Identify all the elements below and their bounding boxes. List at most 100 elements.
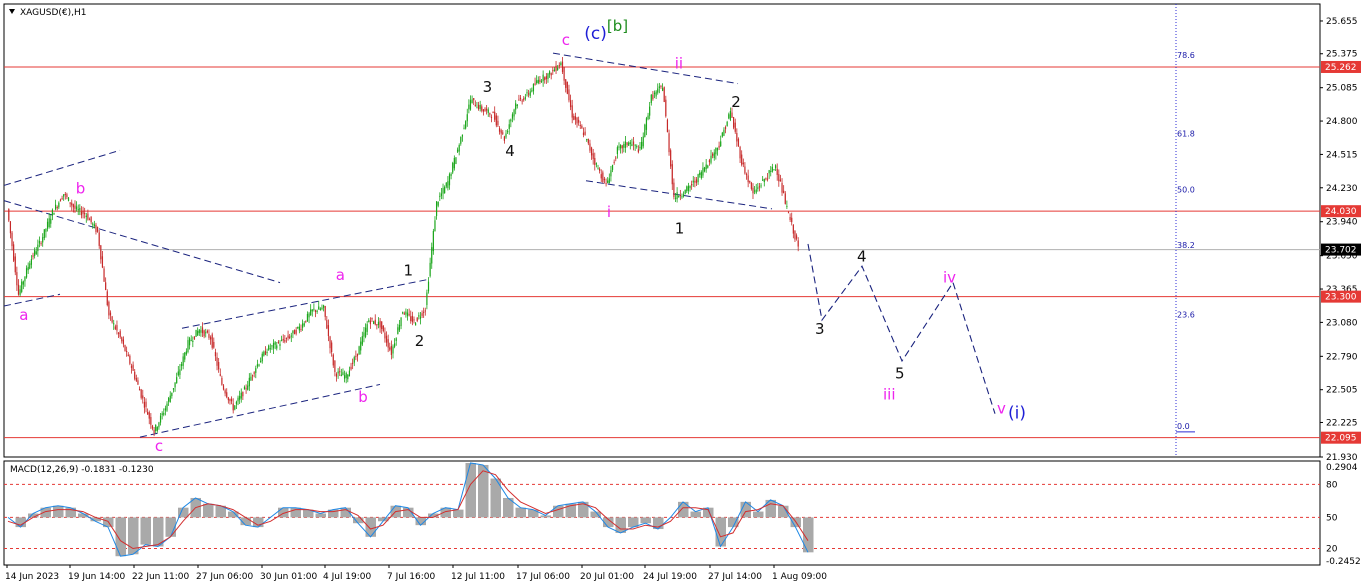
candle-body [707,165,709,168]
chart-canvas[interactable]: 21.93022.22522.50522.79023.08023.36523.6… [0,0,1366,588]
candle-body [53,212,55,215]
candle-body [237,397,239,402]
candle-body [757,187,759,189]
candle-body [431,247,433,264]
candle-body [306,313,309,321]
candle-body [694,181,696,183]
candle-body [736,133,738,142]
macd-histogram-bar [478,464,489,518]
candle-body [138,389,141,391]
candle-body [174,382,176,388]
projection-label-dark: 5 [895,365,905,383]
candle-body [490,116,493,118]
candle-body [239,396,241,400]
candle-body [11,232,13,247]
candle-body [405,311,407,315]
candle-body [279,343,281,346]
candle-body [708,160,710,163]
candle-body [760,185,762,187]
candle-body [331,342,333,353]
candle-body [96,226,99,232]
candle-body [276,345,278,349]
candle-body [284,339,286,342]
candle-body [557,67,559,71]
projection-label-blue: (i) [1008,403,1026,423]
candle-body [214,352,217,357]
candle-body [794,230,796,240]
candle-body [576,117,578,124]
candle-body [334,360,336,372]
candle-body [347,374,349,380]
candle-body [38,240,41,244]
candle-body [739,146,741,159]
candle-body [169,395,171,403]
candle-body [395,338,397,341]
candle-body [360,341,362,351]
candle-body [190,340,192,342]
candle-body [32,255,34,257]
candle-body [460,136,462,144]
candle-body [105,282,107,291]
candle-body [668,133,670,153]
candle-body [140,389,142,398]
price-tick-label: 22.790 [1326,352,1358,362]
candle-body [658,86,660,88]
candle-body [232,403,234,411]
candle-body [600,174,602,179]
candle-body [497,120,499,126]
candle-body [511,114,514,119]
candle-body [56,207,58,209]
macd-histogram-bar [203,503,214,518]
candle-body [134,371,136,379]
candle-body [623,143,625,148]
candle-body [458,145,460,152]
candle-body [295,329,297,334]
candle-body [573,115,575,120]
candle-body [776,168,778,175]
macd-histogram-bar [715,517,726,547]
candle-body [205,332,207,334]
candle-body [434,220,436,232]
level-label: 22.095 [1325,434,1357,444]
candle-body [679,194,681,197]
candle-body [574,116,577,120]
level-label: 23.300 [1325,293,1357,303]
candle-body [566,81,568,94]
projection-label-dark: 4 [857,248,867,266]
candle-body [629,142,631,144]
candle-body [245,388,247,390]
macd-tick-label: 0.2904 [1326,463,1358,473]
candle-body [579,125,581,127]
candle-body [787,212,790,214]
candle-body [661,88,664,91]
candle-body [649,106,651,116]
candle-body [219,374,221,376]
fib-level-label: 0.0 [1177,422,1190,431]
macd-histogram-bar [640,517,651,524]
candle-body [765,178,767,180]
candle-body [345,372,347,378]
candle-body [437,201,439,206]
candle-body [628,142,630,146]
macd-histogram-bar [515,507,526,518]
candle-body [445,182,447,187]
candle-body [590,147,593,156]
candle-body [415,323,417,326]
candle-body [763,179,765,183]
candle-body [548,71,551,75]
wave-label-dark: 3 [483,78,493,96]
candle-body [466,114,468,122]
candle-body [55,204,57,210]
candle-body [498,128,501,132]
current-price-label: 23.702 [1325,246,1357,256]
candle-body [389,347,391,350]
candle-body [72,204,74,208]
candle-body [171,392,173,397]
macd-histogram-bar [690,511,701,518]
candle-body [76,206,78,210]
candle-body [481,106,483,111]
macd-histogram-bar [115,517,126,557]
candle-body [645,118,648,130]
candle-body [92,223,94,225]
candle-body [163,412,165,415]
